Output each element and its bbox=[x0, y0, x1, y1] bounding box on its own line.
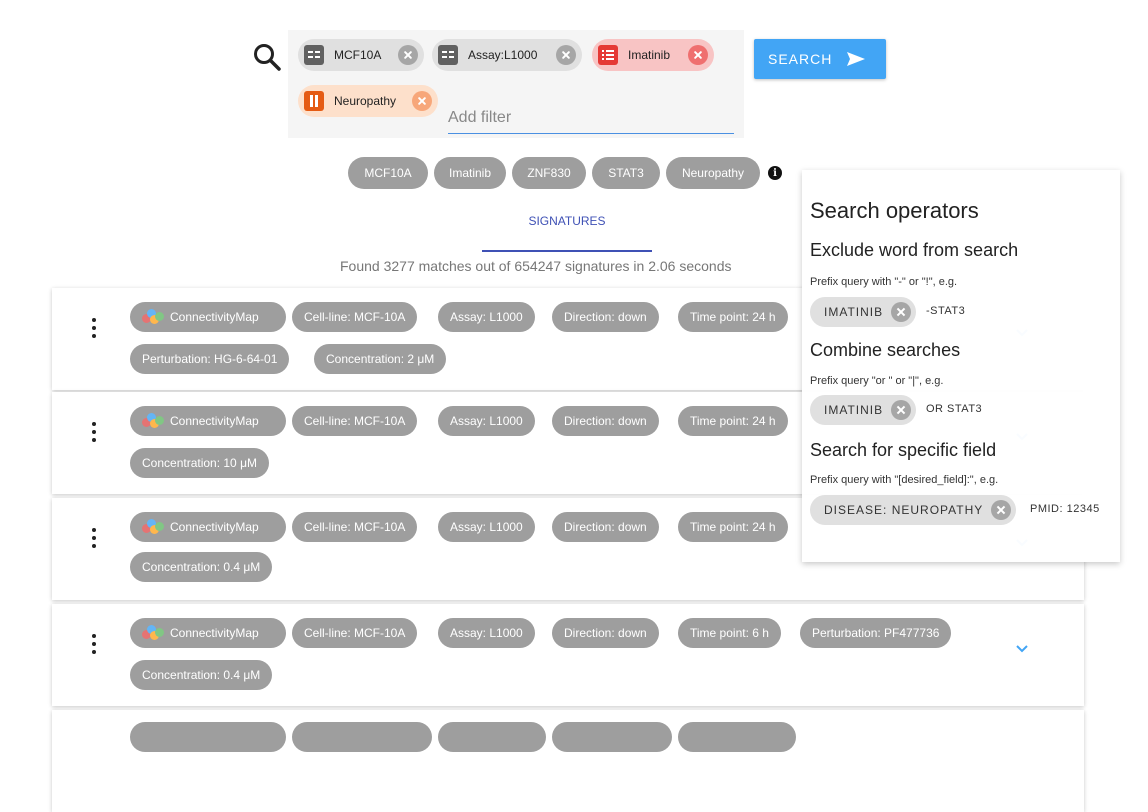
tag-label: ConnectivityMap bbox=[170, 414, 259, 428]
connectivity-map-logo-icon bbox=[142, 413, 164, 429]
filter-chip-label: MCF10A bbox=[334, 48, 382, 62]
tag[interactable]: Assay: L1000 bbox=[438, 512, 535, 542]
example-chip: IMATINIB bbox=[810, 297, 917, 327]
filter-chip-label: Neuropathy bbox=[334, 94, 397, 108]
tag[interactable]: Perturbation: HG-6-64-01 bbox=[130, 344, 290, 374]
remove-chip-icon bbox=[891, 400, 912, 420]
tag[interactable]: Assay: L1000 bbox=[438, 302, 535, 332]
tag[interactable]: Concentration: 0.4 μM bbox=[130, 552, 273, 582]
remove-chip-icon[interactable] bbox=[688, 45, 708, 65]
result-row: ConnectivityMap Cell-line: MCF-10A Assay… bbox=[52, 604, 1084, 706]
exclude-heading: Exclude word from search bbox=[810, 240, 1019, 260]
example-suffix: PMID: 12345 bbox=[1030, 503, 1100, 515]
list-icon bbox=[304, 45, 324, 65]
example-chip-label: IMATINIB bbox=[824, 305, 884, 319]
popover-title: Search operators bbox=[810, 198, 979, 223]
tag[interactable]: Concentration: 0.4 μM bbox=[130, 660, 273, 690]
tag-label: ConnectivityMap bbox=[170, 310, 259, 324]
exclude-hint: Prefix query with "-" or "!", e.g. bbox=[810, 276, 958, 288]
more-options-icon[interactable] bbox=[92, 634, 98, 656]
tag[interactable]: Concentration: 2 μM bbox=[314, 344, 447, 374]
tag-label: ConnectivityMap bbox=[170, 626, 259, 640]
search-operators-popover: Search operators Exclude word from searc… bbox=[802, 170, 1120, 562]
example-chip: DISEASE: NEUROPATHY bbox=[810, 495, 1017, 525]
list-icon bbox=[438, 45, 458, 65]
suggestion-chip[interactable]: MCF10A bbox=[348, 157, 428, 189]
tag[interactable]: Cell-line: MCF-10A bbox=[292, 406, 418, 436]
filter-chip-label: Imatinib bbox=[628, 48, 671, 62]
tag[interactable]: Time point: 24 h bbox=[678, 302, 788, 332]
more-options-icon[interactable] bbox=[92, 318, 98, 340]
remove-chip-icon[interactable] bbox=[398, 45, 418, 65]
tag[interactable]: Time point: 6 h bbox=[678, 618, 781, 648]
filter-chip-neuropathy[interactable]: Neuropathy bbox=[298, 85, 438, 117]
library-tag[interactable]: ConnectivityMap bbox=[130, 302, 286, 332]
tag[interactable]: Direction: down bbox=[552, 512, 659, 542]
tab-signatures[interactable]: SIGNATURES bbox=[482, 214, 652, 252]
example-chip-label: IMATINIB bbox=[824, 403, 884, 417]
result-row bbox=[52, 710, 1084, 812]
filter-chip-label: Assay:L1000 bbox=[468, 48, 538, 62]
suggestion-chip[interactable]: ZNF830 bbox=[512, 157, 586, 189]
field-hint: Prefix query with "[desired_field]:", e.… bbox=[810, 474, 999, 486]
add-filter-input[interactable] bbox=[448, 94, 734, 134]
remove-chip-icon bbox=[891, 302, 912, 322]
tag[interactable]: Cell-line: MCF-10A bbox=[292, 302, 418, 332]
results-summary: Found 3277 matches out of 654247 signatu… bbox=[340, 258, 732, 274]
example-chip-label: DISEASE: NEUROPATHY bbox=[824, 503, 984, 517]
remove-chip-icon[interactable] bbox=[556, 45, 576, 65]
connectivity-map-logo-icon bbox=[142, 519, 164, 535]
library-tag[interactable]: ConnectivityMap bbox=[130, 512, 286, 542]
connectivity-map-logo-icon bbox=[142, 309, 164, 325]
tag[interactable]: Direction: down bbox=[552, 406, 659, 436]
search-button[interactable]: SEARCH bbox=[754, 39, 886, 79]
drug-list-icon bbox=[598, 45, 618, 65]
tag[interactable]: Direction: down bbox=[552, 618, 659, 648]
filter-chip-assay[interactable]: Assay:L1000 bbox=[432, 39, 582, 71]
combine-heading: Combine searches bbox=[810, 340, 961, 360]
field-heading: Search for specific field bbox=[810, 440, 997, 460]
suggestion-chip[interactable]: Imatinib bbox=[434, 157, 506, 189]
tag[interactable]: Direction: down bbox=[552, 302, 659, 332]
send-arrow-icon bbox=[846, 51, 866, 67]
filter-box: MCF10A Assay:L1000 Imatinib Neuropathy bbox=[288, 30, 744, 138]
info-icon[interactable]: i bbox=[768, 166, 782, 180]
library-tag[interactable]: ConnectivityMap bbox=[130, 618, 286, 648]
example-suffix: -STAT3 bbox=[926, 305, 966, 317]
suggestion-chip[interactable]: STAT3 bbox=[592, 157, 660, 189]
tag[interactable]: Concentration: 10 μM bbox=[130, 448, 269, 478]
suggestion-chip[interactable]: Neuropathy bbox=[666, 157, 760, 189]
search-icon[interactable] bbox=[252, 42, 284, 74]
example-suffix: OR STAT3 bbox=[926, 403, 983, 415]
tag[interactable]: Cell-line: MCF-10A bbox=[292, 618, 418, 648]
connectivity-map-logo-icon bbox=[142, 625, 164, 641]
remove-chip-icon[interactable] bbox=[412, 91, 432, 111]
tag[interactable]: Assay: L1000 bbox=[438, 406, 535, 436]
tag[interactable]: Time point: 24 h bbox=[678, 406, 788, 436]
tag[interactable]: Perturbation: PF477736 bbox=[800, 618, 952, 648]
remove-chip-icon bbox=[991, 500, 1012, 520]
search-button-label: SEARCH bbox=[768, 51, 833, 67]
more-options-icon[interactable] bbox=[92, 422, 98, 444]
tag[interactable]: Assay: L1000 bbox=[438, 618, 535, 648]
filter-chip-imatinib[interactable]: Imatinib bbox=[592, 39, 714, 71]
library-tag[interactable]: ConnectivityMap bbox=[130, 406, 286, 436]
chevron-down-icon[interactable] bbox=[1016, 640, 1028, 653]
pause-icon bbox=[304, 91, 324, 111]
filter-chip-mcf10a[interactable]: MCF10A bbox=[298, 39, 424, 71]
combine-hint: Prefix query "or " or "|", e.g. bbox=[810, 375, 944, 387]
more-options-icon[interactable] bbox=[92, 528, 98, 550]
example-chip: IMATINIB bbox=[810, 395, 917, 425]
tag[interactable]: Time point: 24 h bbox=[678, 512, 788, 542]
tag[interactable]: Cell-line: MCF-10A bbox=[292, 512, 418, 542]
tag-label: ConnectivityMap bbox=[170, 520, 259, 534]
